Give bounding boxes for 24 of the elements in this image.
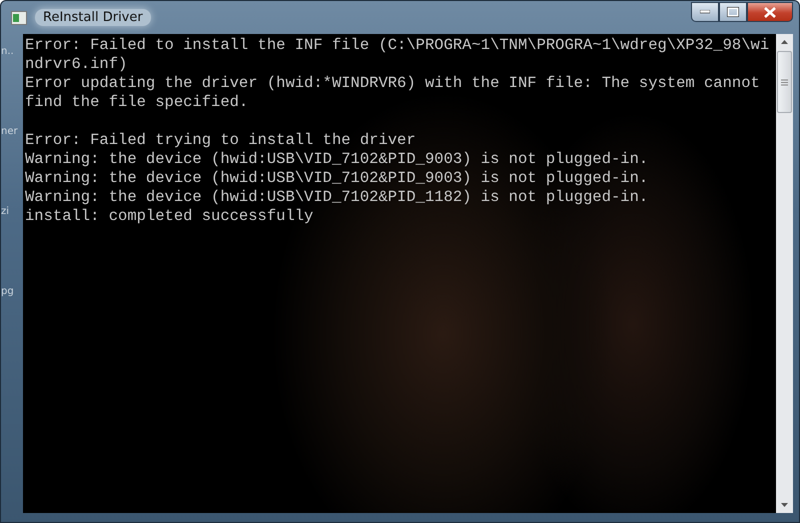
window-title: ReInstall Driver: [35, 9, 151, 26]
console-line: ndrvr6.inf): [25, 55, 128, 74]
close-icon: [764, 6, 776, 18]
console-line: Warning: the device (hwid:USB\VID_7102&PID_9003) is not plugged-in.: [25, 169, 648, 188]
desktop-icon-label: zi: [1, 206, 10, 218]
console-line: Error: Failed to install the INF file (C:\PROGRA~1\TNM\PROGRA~1\wdreg\XP32_98\wi: [25, 36, 770, 55]
console-line: Error: Failed trying to install the driver: [25, 131, 416, 150]
console-line: Warning: the device (hwid:USB\VID_7102&PID_1182) is not plugged-in.: [25, 188, 648, 207]
desktop-icon-label: n..: [1, 46, 14, 58]
desktop-icon-label: pg: [1, 286, 14, 298]
minimize-icon: [700, 10, 710, 14]
minimize-button[interactable]: [691, 2, 719, 22]
console-app-icon: [11, 10, 27, 24]
scrollbar-thumb[interactable]: [777, 51, 792, 113]
maximize-button[interactable]: [719, 2, 747, 22]
console-line: Warning: the device (hwid:USB\VID_7102&PID_9003) is not plugged-in.: [25, 150, 648, 169]
console-line: Error updating the driver (hwid:*WINDRVR6) with the INF file: The system cannot: [25, 74, 761, 93]
close-button[interactable]: [747, 2, 793, 22]
vertical-scrollbar[interactable]: [776, 34, 793, 513]
console-line: install: completed successfully: [25, 207, 314, 226]
grip-icon: [781, 78, 788, 86]
console-line: find the file specified.: [25, 93, 248, 112]
maximize-icon: [727, 7, 739, 17]
desktop-icon-label: ner: [1, 126, 18, 138]
